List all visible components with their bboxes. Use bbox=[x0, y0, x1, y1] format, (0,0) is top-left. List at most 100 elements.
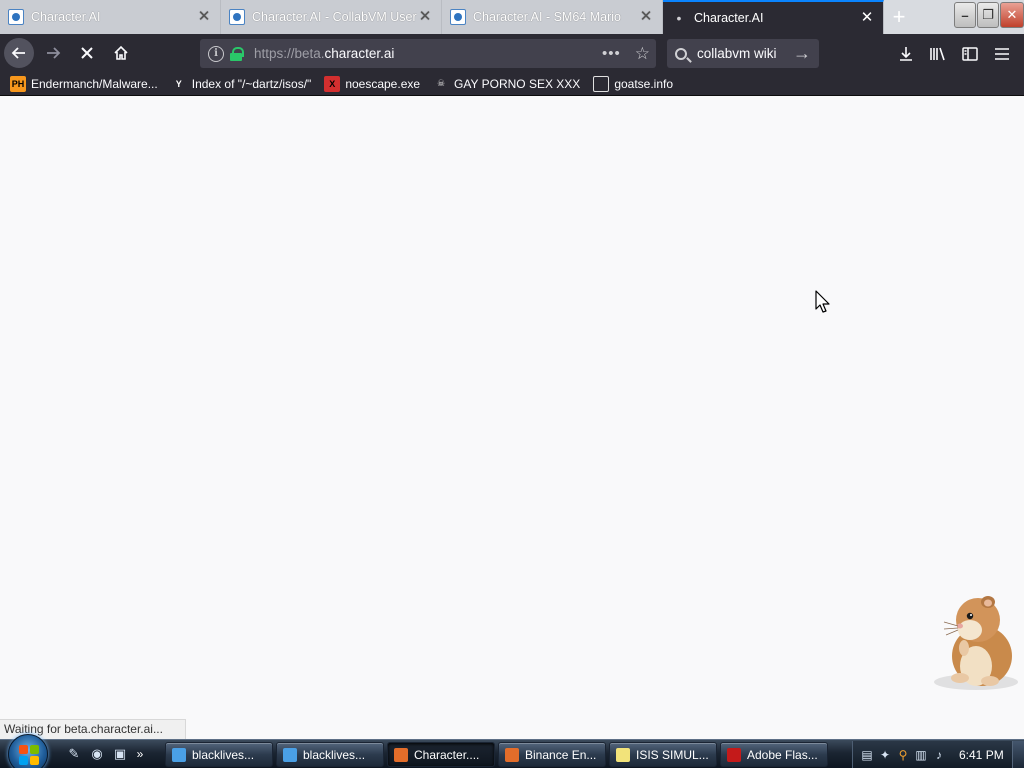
taskbar-button[interactable]: blacklives... bbox=[165, 742, 273, 767]
bookmark-label: Endermanch/Malware... bbox=[31, 76, 158, 91]
search-input[interactable]: collabvm wiki bbox=[697, 46, 793, 61]
taskbar-button[interactable]: ISIS SIMUL... bbox=[609, 742, 717, 767]
url-domain: character.ai bbox=[324, 46, 395, 61]
site-info-icon[interactable]: i bbox=[208, 45, 224, 62]
download-icon bbox=[900, 46, 912, 61]
bookmark-item[interactable]: PH Endermanch/Malware... bbox=[10, 75, 158, 92]
window-controls: – ❐ ✕ bbox=[953, 2, 1024, 28]
skull-icon: ☠ bbox=[437, 78, 446, 88]
tray-security-icon[interactable]: ✦ bbox=[877, 747, 893, 763]
volume-icon[interactable]: ♪ bbox=[931, 747, 947, 763]
library-button[interactable] bbox=[922, 39, 954, 68]
desktop-hamster-pet[interactable] bbox=[930, 586, 1024, 696]
close-tab-icon[interactable]: ✕ bbox=[638, 9, 654, 25]
new-tab-button[interactable]: + bbox=[884, 0, 914, 34]
show-desktop-icon[interactable]: ▣ bbox=[110, 744, 130, 764]
browser-tab-4-active[interactable]: • Character.AI ✕ bbox=[663, 0, 884, 34]
close-tab-icon[interactable]: ✕ bbox=[417, 9, 433, 25]
bookmark-item[interactable]: ☠ GAY PORNO SEX XXX bbox=[433, 76, 580, 92]
bookmarks-toolbar: PH Endermanch/Malware... Y Index of "/~d… bbox=[0, 72, 1024, 96]
loading-spinner-icon: • bbox=[676, 10, 682, 26]
start-button[interactable] bbox=[8, 734, 48, 768]
close-window-button[interactable]: ✕ bbox=[1000, 2, 1024, 28]
taskbar-button[interactable]: blacklives... bbox=[276, 742, 384, 767]
forward-arrow-icon bbox=[47, 47, 61, 59]
ycombinator-icon: Y bbox=[170, 75, 187, 92]
tray-search-icon[interactable]: ⚲ bbox=[895, 747, 911, 763]
stop-loading-button[interactable] bbox=[72, 38, 102, 68]
tab-title: Character.AI - CollabVM User bbox=[252, 10, 417, 24]
sidebar-toggle-button[interactable] bbox=[954, 39, 986, 68]
bookmark-label: GAY PORNO SEX XXX bbox=[454, 76, 581, 91]
character-ai-favicon-icon bbox=[229, 9, 245, 25]
hamburger-menu-icon bbox=[995, 47, 1009, 60]
bookmark-label: Index of "/~dartz/isos/" bbox=[191, 76, 312, 91]
bookmark-item[interactable]: Y Index of "/~dartz/isos/" bbox=[170, 75, 312, 92]
firefox-icon bbox=[505, 747, 519, 762]
browser-tab-3[interactable]: Character.AI - SM64 Mario ✕ bbox=[442, 0, 663, 34]
ie-icon bbox=[172, 747, 186, 762]
search-bar[interactable]: collabvm wiki → bbox=[667, 39, 819, 68]
close-tab-icon[interactable]: ✕ bbox=[859, 10, 875, 26]
browser-tab-strip: Character.AI ✕ Character.AI - CollabVM U… bbox=[0, 0, 1024, 34]
bookmark-star-icon[interactable]: ☆ bbox=[635, 44, 650, 64]
browser-tab-2[interactable]: Character.AI - CollabVM User ✕ bbox=[221, 0, 442, 34]
tab-title: Character.AI bbox=[31, 10, 101, 24]
back-arrow-icon bbox=[11, 47, 25, 59]
windows-logo-icon bbox=[19, 745, 39, 765]
stop-x-icon bbox=[81, 47, 93, 59]
quicklaunch-browser-icon[interactable]: ◉ bbox=[87, 744, 107, 764]
bookmark-label: goatse.info bbox=[614, 76, 674, 91]
taskbar-button[interactable]: Adobe Flas... bbox=[720, 742, 828, 767]
taskbar-label: Binance En... bbox=[525, 747, 597, 762]
firefox-icon bbox=[394, 747, 408, 762]
search-icon bbox=[675, 47, 687, 60]
taskbar-label: Adobe Flas... bbox=[747, 747, 818, 762]
browser-tab-1[interactable]: Character.AI ✕ bbox=[0, 0, 221, 34]
minimize-button[interactable]: – bbox=[954, 2, 976, 28]
system-tray: ▤ ✦ ⚲ ▥ ♪ 6:41 PM bbox=[852, 741, 1024, 768]
toolbar-right bbox=[890, 39, 1018, 68]
network-icon[interactable]: ▥ bbox=[913, 747, 929, 763]
taskbar-label: Character.... bbox=[414, 747, 480, 762]
quick-launch-bar: ✎ ◉ ▣ » bbox=[64, 744, 150, 764]
taskbar-clock[interactable]: 6:41 PM bbox=[959, 748, 1004, 762]
taskbar-label: blacklives... bbox=[303, 747, 366, 762]
taskbar-button[interactable]: Binance En... bbox=[498, 742, 606, 767]
downloads-button[interactable] bbox=[890, 39, 922, 68]
restore-button[interactable]: ❐ bbox=[977, 2, 999, 28]
ie-icon bbox=[283, 747, 297, 762]
tab-title: Character.AI - SM64 Mario bbox=[473, 10, 621, 24]
globe-icon bbox=[593, 75, 610, 92]
search-go-arrow-icon[interactable]: → bbox=[793, 43, 811, 64]
secure-lock-icon bbox=[230, 46, 244, 61]
tray-app-icon[interactable]: ▤ bbox=[859, 747, 875, 763]
address-bar[interactable]: i https://beta.character.ai ••• ☆ bbox=[200, 39, 656, 68]
quicklaunch-overflow-icon[interactable]: » bbox=[133, 744, 147, 764]
home-icon bbox=[114, 45, 128, 60]
character-ai-favicon-icon bbox=[450, 9, 466, 25]
close-tab-icon[interactable]: ✕ bbox=[196, 9, 212, 25]
page-content-area[interactable] bbox=[0, 96, 1024, 739]
url-text[interactable]: https://beta.character.ai bbox=[254, 46, 602, 61]
pornhub-icon: PH bbox=[10, 75, 26, 92]
show-desktop-button[interactable] bbox=[1012, 741, 1024, 768]
flash-icon bbox=[727, 747, 741, 762]
url-prefix: https://beta. bbox=[254, 46, 325, 61]
page-actions-icon[interactable]: ••• bbox=[602, 45, 621, 62]
forward-button[interactable] bbox=[38, 38, 68, 68]
home-button[interactable] bbox=[106, 38, 136, 68]
notepad-icon bbox=[616, 747, 630, 762]
taskbar-button-active[interactable]: Character.... bbox=[387, 742, 495, 767]
mouse-cursor-icon bbox=[815, 290, 830, 313]
bookmark-label: noescape.exe bbox=[345, 76, 421, 91]
bookmark-item[interactable]: X noescape.exe bbox=[324, 75, 421, 92]
quicklaunch-app-icon[interactable]: ✎ bbox=[64, 744, 84, 764]
bookmark-item[interactable]: goatse.info bbox=[593, 75, 674, 92]
desktop-screen: Character.AI ✕ Character.AI - CollabVM U… bbox=[0, 0, 1024, 768]
menu-button[interactable] bbox=[986, 39, 1018, 68]
red-x-icon: X bbox=[324, 75, 341, 92]
navigation-toolbar: i https://beta.character.ai ••• ☆ collab… bbox=[0, 34, 1024, 72]
character-ai-favicon-icon bbox=[8, 9, 24, 25]
back-button[interactable] bbox=[4, 38, 34, 68]
